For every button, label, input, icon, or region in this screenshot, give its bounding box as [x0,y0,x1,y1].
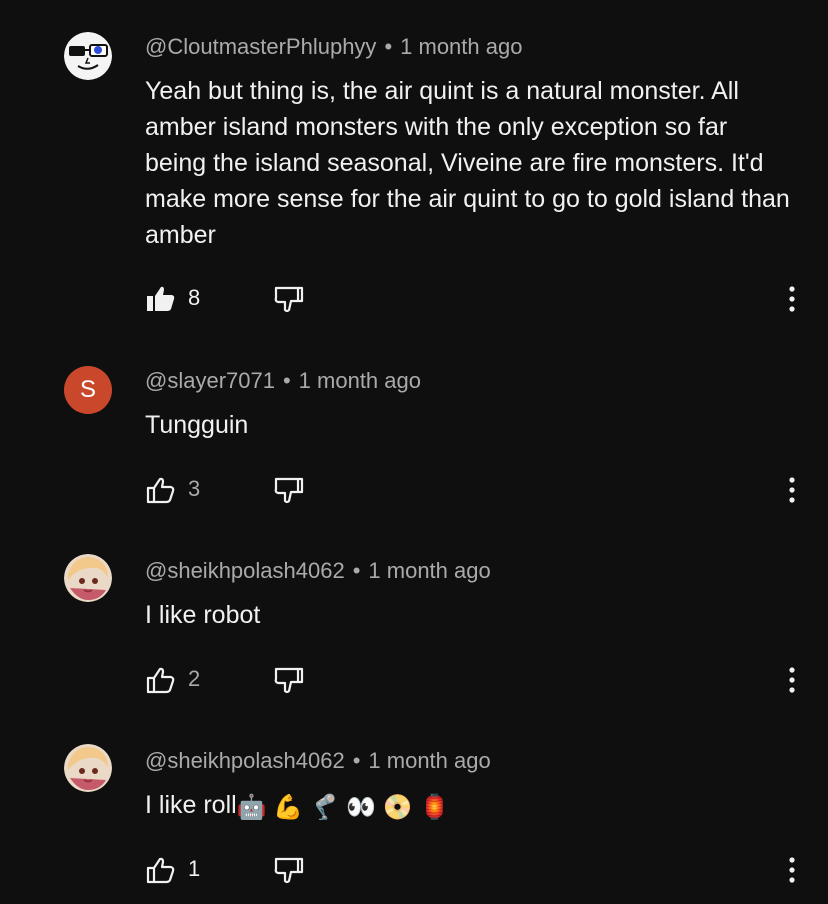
thumbs-down-icon [274,286,304,313]
more-options-button[interactable] [776,472,808,508]
comment-author[interactable]: @sheikhpolash4062 [145,558,345,583]
dislike-button[interactable] [272,852,306,888]
comment-meta: @CloutmasterPhluphyy • 1 month ago [145,34,522,60]
avatar[interactable] [64,554,112,602]
dislike-button[interactable] [272,662,306,698]
comment-time[interactable]: 1 month ago [299,368,421,393]
like-count: 8 [188,285,201,310]
comment-time[interactable]: 1 month ago [400,34,522,59]
avatar-anime-icon [64,554,112,602]
comment-text: Yeah but thing is, the air quint is a na… [145,77,790,249]
avatar[interactable] [64,32,112,80]
avatar-letter: S [79,376,96,403]
meta-separator: • [352,748,361,773]
like-button[interactable] [144,852,178,888]
like-count: 3 [188,476,201,501]
comment-meta: @slayer7071 • 1 month ago [145,368,421,394]
avatar-drawing-icon [64,32,112,80]
thumbs-up-icon [147,286,175,311]
more-vertical-icon [789,286,795,312]
comments-list: @CloutmasterPhluphyy • 1 month ago Yeah bu… [0,0,828,904]
more-vertical-icon [789,857,795,883]
thumbs-down-icon [274,477,304,504]
thumbs-up-icon [146,477,175,504]
dislike-button[interactable] [272,472,306,508]
thumbs-down-icon [274,667,304,694]
comment-actions: 2 [0,662,828,698]
meta-separator: • [352,558,361,583]
dislike-button[interactable] [272,281,306,317]
meta-separator: • [384,34,393,59]
more-vertical-icon [789,667,795,693]
comment-text: Tungguin [145,411,249,439]
comment-author[interactable]: @CloutmasterPhluphyy [145,34,376,59]
like-count: 2 [188,666,201,691]
like-button[interactable] [144,281,178,317]
comment-author[interactable]: @sheikhpolash4062 [145,748,345,773]
comment-time[interactable]: 1 month ago [368,558,490,583]
like-count: 1 [188,856,201,881]
comment-text: I like roll🤖 💪 🦿 👀 📀 🏮 [145,787,795,826]
like-button[interactable] [144,472,178,508]
comment-emojis: 🤖 💪 🦿 👀 📀 🏮 [236,794,450,821]
avatar-anime-icon [64,744,112,792]
comment-author[interactable]: @slayer7071 [145,368,275,393]
avatar[interactable]: S [64,366,112,414]
meta-separator: • [282,368,291,393]
comment-actions: 3 [0,472,828,508]
more-vertical-icon [789,477,795,503]
like-button[interactable] [144,662,178,698]
comment-meta: @sheikhpolash4062 • 1 month ago [145,748,491,774]
thumbs-down-icon [274,857,304,884]
comment-actions: 1 [0,852,828,888]
more-options-button[interactable] [776,852,808,888]
comment-time[interactable]: 1 month ago [368,748,490,773]
comment-meta: @sheikhpolash4062 • 1 month ago [145,558,491,584]
thumbs-up-icon [146,667,175,694]
comment-actions: 8 [0,281,828,317]
more-options-button[interactable] [776,281,808,317]
avatar[interactable] [64,744,112,792]
comment-text-content: I like roll [145,791,237,819]
thumbs-up-icon [146,857,175,884]
comment-text: I like robot [145,601,261,629]
more-options-button[interactable] [776,662,808,698]
